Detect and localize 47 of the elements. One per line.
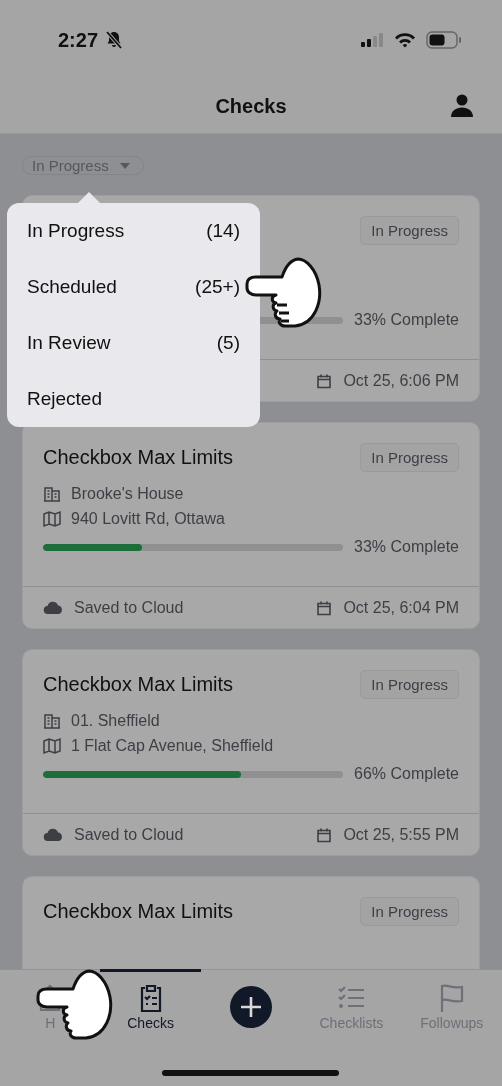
check-date: Oct 25, 6:04 PM xyxy=(343,598,459,617)
check-card[interactable]: Checkbox Max Limits In Progress 01. Sheffield 1 Flat Cap Avenue, Sheffield 66% Complete Saved to Cloud Oct 25, 5:55 PM xyxy=(22,649,480,856)
status-time: 2:27 xyxy=(58,28,99,52)
caret-icon xyxy=(118,161,131,170)
check-title: Checkbox Max Limits xyxy=(43,899,235,923)
option-count: (14) xyxy=(206,220,240,242)
add-button[interactable] xyxy=(230,986,272,1028)
battery-icon xyxy=(426,31,462,49)
progress-text: 33% Complete xyxy=(354,311,459,329)
status-badge: In Progress xyxy=(360,216,459,245)
building-icon xyxy=(43,484,61,503)
progress-text: 66% Complete xyxy=(354,765,459,783)
profile-icon[interactable] xyxy=(450,93,474,117)
signal-icon xyxy=(360,32,384,48)
map-icon xyxy=(43,509,61,528)
cloud-icon xyxy=(43,600,63,615)
site-name: 01. Sheffield xyxy=(71,711,160,730)
progress-text: 33% Complete xyxy=(354,538,459,556)
save-status: Saved to Cloud xyxy=(74,825,184,844)
tab-bar-item[interactable]: Checks xyxy=(127,970,174,1032)
save-status: Saved to Cloud xyxy=(74,598,184,617)
check-title: Checkbox Max Limits xyxy=(43,445,235,469)
option-count: (5) xyxy=(216,332,240,354)
site-address: 1 Flat Cap Avenue, Sheffield xyxy=(71,736,274,755)
calendar-icon xyxy=(316,599,333,616)
map-icon xyxy=(43,736,61,755)
site-address: 940 Lovitt Rd, Ottawa xyxy=(71,509,225,528)
check-date: Oct 25, 5:55 PM xyxy=(343,825,459,844)
site-name: Brooke's House xyxy=(71,484,184,503)
calendar-icon xyxy=(316,826,333,843)
status-badge: In Progress xyxy=(360,443,459,472)
check-card[interactable]: Checkbox Max Limits In Progress Brooke's House 940 Lovitt Rd, Ottawa 33% Complete Saved to Cloud Oct 25, 6:04 PM xyxy=(22,422,480,629)
wifi-icon xyxy=(394,32,416,48)
building-icon xyxy=(43,711,61,730)
status-badge: In Progress xyxy=(360,670,459,699)
page-title: Checks xyxy=(215,95,287,118)
calendar-icon xyxy=(316,372,333,389)
check-card[interactable]: Checkbox Max Limits In Progress xyxy=(22,876,480,969)
muted-bell-icon xyxy=(104,30,125,50)
option-count: (25+) xyxy=(195,276,240,298)
check-title: Checkbox Max Limits xyxy=(43,672,235,696)
cloud-icon xyxy=(43,827,63,842)
filter-option[interactable]: Scheduled (25+) xyxy=(27,259,240,315)
filter-option[interactable]: In Review (5) xyxy=(27,315,240,371)
check-date: Oct 25, 6:06 PM xyxy=(343,371,459,390)
filter-option[interactable]: In Progress (14) xyxy=(27,203,240,259)
status-badge: In Progress xyxy=(360,897,459,926)
